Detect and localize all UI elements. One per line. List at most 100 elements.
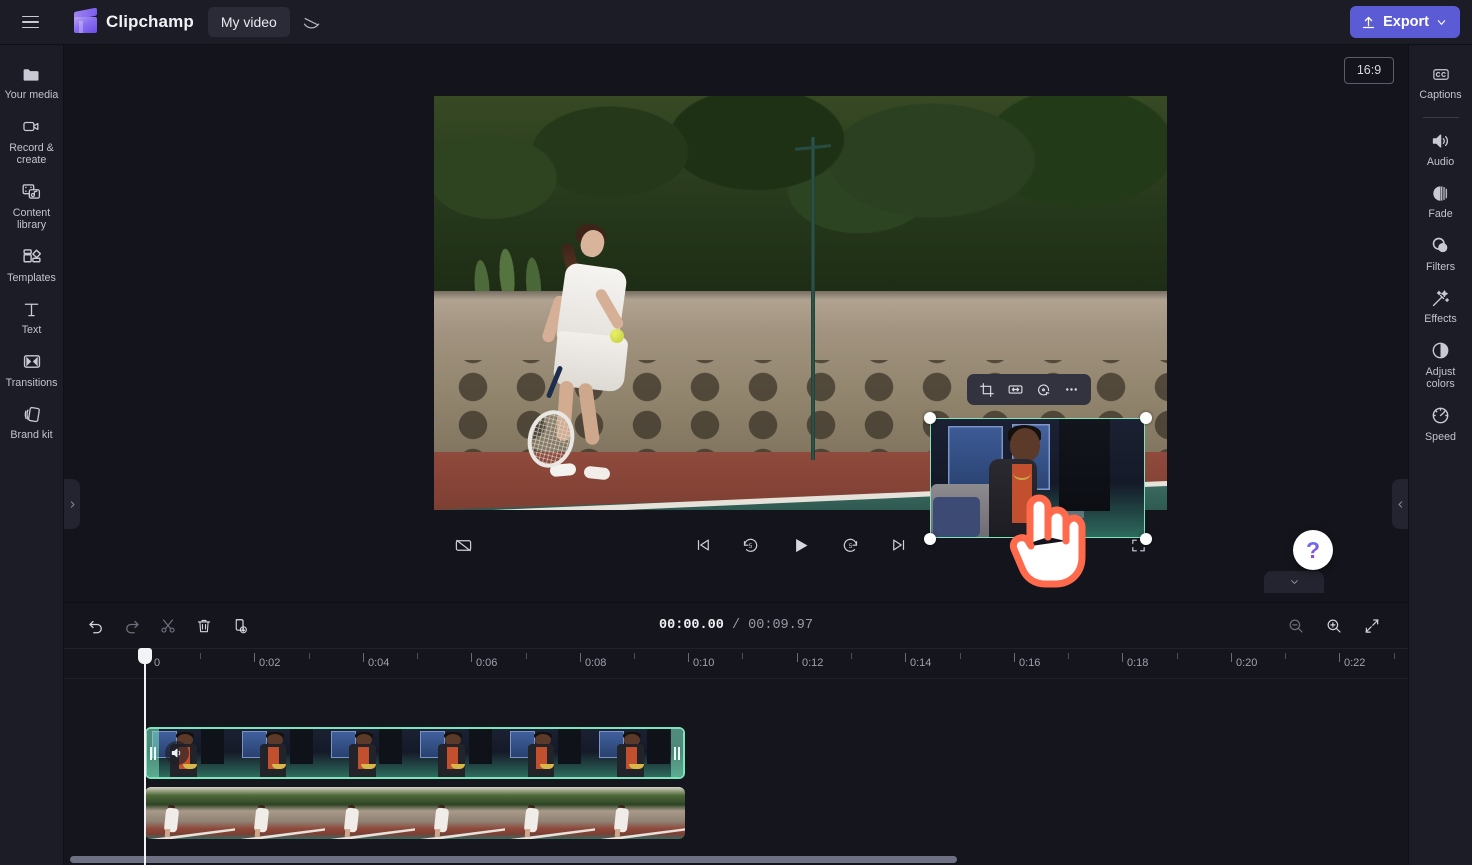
- effects-wand-icon: [1430, 287, 1451, 309]
- hamburger-icon[interactable]: [16, 8, 44, 36]
- play-icon[interactable]: [784, 528, 818, 562]
- resize-handle-top-left[interactable]: [923, 411, 936, 424]
- aspect-ratio-button[interactable]: 16:9: [1344, 56, 1394, 84]
- sidebar-item-filters[interactable]: Filters: [1410, 227, 1472, 280]
- redo-icon[interactable]: [116, 611, 148, 641]
- content-library-icon: [20, 181, 43, 203]
- skip-to-start-icon[interactable]: [688, 530, 718, 560]
- timeline-horizontal-scrollbar[interactable]: [70, 856, 958, 863]
- ruler-label: 0:10: [693, 657, 715, 669]
- brand: Clipchamp: [74, 7, 194, 33]
- more-horizontal-icon[interactable]: [1058, 377, 1084, 403]
- sidebar-item-label: Captions: [1419, 89, 1462, 101]
- right-panel-collapse-toggle[interactable]: [1392, 479, 1408, 529]
- sidebar-item-content-library[interactable]: Content library: [1, 173, 63, 238]
- ruler-label: 0:02: [259, 657, 281, 669]
- clip-trim-handle-left[interactable]: [147, 729, 159, 777]
- sidebar-item-audio[interactable]: Audio: [1410, 122, 1472, 175]
- sidebar-item-captions[interactable]: Captions: [1410, 55, 1472, 108]
- ruler-label: 0:16: [1019, 657, 1041, 669]
- sidebar-item-label: Effects: [1424, 313, 1457, 325]
- clip-trim-handle-right[interactable]: [671, 729, 683, 777]
- sidebar-item-your-media[interactable]: Your media: [1, 55, 63, 108]
- zoom-out-icon[interactable]: [1280, 611, 1312, 641]
- resize-handle-top-right[interactable]: [1139, 411, 1152, 424]
- sidebar-item-fade[interactable]: Fade: [1410, 174, 1472, 227]
- sidebar-item-templates[interactable]: Templates: [1, 238, 63, 291]
- skip-to-end-icon[interactable]: [884, 530, 914, 560]
- ruler-label: 0:14: [910, 657, 932, 669]
- timeline-tracks[interactable]: [64, 679, 1408, 865]
- scissors-icon[interactable]: [152, 611, 184, 641]
- hand-cursor-icon: [1000, 485, 1092, 590]
- sidebar-item-speed[interactable]: Speed: [1410, 397, 1472, 450]
- adjust-colors-icon: [1430, 340, 1451, 362]
- duplicate-icon[interactable]: [224, 611, 256, 641]
- clipchamp-editor: Clipchamp My video Export Your media Rec…: [0, 0, 1472, 865]
- sidebar-item-label: Text: [21, 324, 42, 336]
- left-panel-collapse-toggle[interactable]: [64, 479, 80, 529]
- table-row[interactable]: [145, 787, 685, 839]
- overlay-track: [64, 727, 1408, 779]
- sidebar-item-label: Audio: [1426, 155, 1455, 168]
- time-separator: /: [731, 618, 741, 633]
- speedometer-icon: [1430, 405, 1451, 427]
- time-display: 00:00.00 / 00:09.97: [64, 618, 1408, 633]
- net-pole: [811, 137, 816, 461]
- fit-to-screen-icon[interactable]: [1356, 611, 1388, 641]
- playhead-knob[interactable]: [138, 648, 152, 664]
- clipchamp-logo-icon: [74, 7, 97, 33]
- ratio-row: 16:9: [64, 45, 1408, 95]
- resize-handle-bottom-right[interactable]: [1139, 532, 1152, 545]
- folder-icon: [20, 63, 43, 85]
- rotate-icon[interactable]: [1030, 377, 1056, 403]
- fit-width-icon[interactable]: [1002, 377, 1028, 403]
- app-name: Clipchamp: [106, 12, 194, 31]
- sidebar-item-label: Content library: [12, 206, 51, 232]
- right-sidebar: Captions Audio Fade Filters Effects Adju…: [1408, 45, 1472, 865]
- main-track: [64, 787, 1408, 839]
- fade-icon: [1430, 182, 1451, 204]
- ruler-label: 0:18: [1127, 657, 1149, 669]
- upload-icon: [1361, 15, 1376, 30]
- captions-off-icon[interactable]: [448, 530, 478, 560]
- templates-icon: [21, 246, 43, 268]
- ruler-label: 0: [154, 657, 161, 669]
- zoom-in-icon[interactable]: [1318, 611, 1350, 641]
- sidebar-item-label: Filters: [1425, 260, 1456, 273]
- sidebar-item-brand-kit[interactable]: Brand kit: [1, 395, 63, 448]
- trash-icon[interactable]: [188, 611, 220, 641]
- sidebar-item-label: Your media: [4, 89, 59, 101]
- timeline-ruler[interactable]: 0 0:02 0:04 0:06 0:08 0:10 0:12 0:14 0:1…: [64, 649, 1408, 679]
- sidebar-item-effects[interactable]: Effects: [1410, 279, 1472, 332]
- speaker-icon[interactable]: [165, 741, 189, 765]
- eye-off-icon[interactable]: [296, 7, 328, 37]
- sidebar-item-label: Adjust colors: [1425, 365, 1456, 391]
- sidebar-item-text[interactable]: Text: [1, 290, 63, 343]
- sidebar-item-transitions[interactable]: Transitions: [1, 343, 63, 396]
- question-mark-icon: ?: [1305, 536, 1321, 563]
- app-header: Clipchamp My video Export: [0, 0, 1472, 45]
- playhead[interactable]: [138, 648, 152, 865]
- rewind-5-icon[interactable]: 5: [736, 530, 766, 560]
- editor-body: Your media Record & create Content libra…: [0, 45, 1472, 865]
- chevron-down-icon: [1436, 17, 1447, 28]
- ruler-label: 0:04: [368, 657, 390, 669]
- panel-collapse-chevron[interactable]: [1264, 571, 1324, 593]
- sidebar-item-record-create[interactable]: Record & create: [1, 108, 63, 173]
- table-row[interactable]: [145, 727, 685, 779]
- project-title[interactable]: My video: [207, 7, 290, 37]
- left-sidebar: Your media Record & create Content libra…: [0, 45, 64, 865]
- crop-icon[interactable]: [974, 377, 1000, 403]
- undo-icon[interactable]: [80, 611, 112, 641]
- ruler-label: 0:20: [1236, 657, 1258, 669]
- sidebar-item-adjust-colors[interactable]: Adjust colors: [1410, 332, 1472, 397]
- forward-5-icon[interactable]: 5: [836, 530, 866, 560]
- export-button[interactable]: Export: [1350, 6, 1460, 38]
- help-button[interactable]: ?: [1293, 530, 1333, 570]
- clip-thumbnails: [147, 729, 683, 777]
- svg-text:5: 5: [849, 543, 853, 550]
- resize-handle-bottom-left[interactable]: [923, 532, 936, 545]
- ruler-label: 0:08: [585, 657, 607, 669]
- ruler-label: 0:22: [1344, 657, 1366, 669]
